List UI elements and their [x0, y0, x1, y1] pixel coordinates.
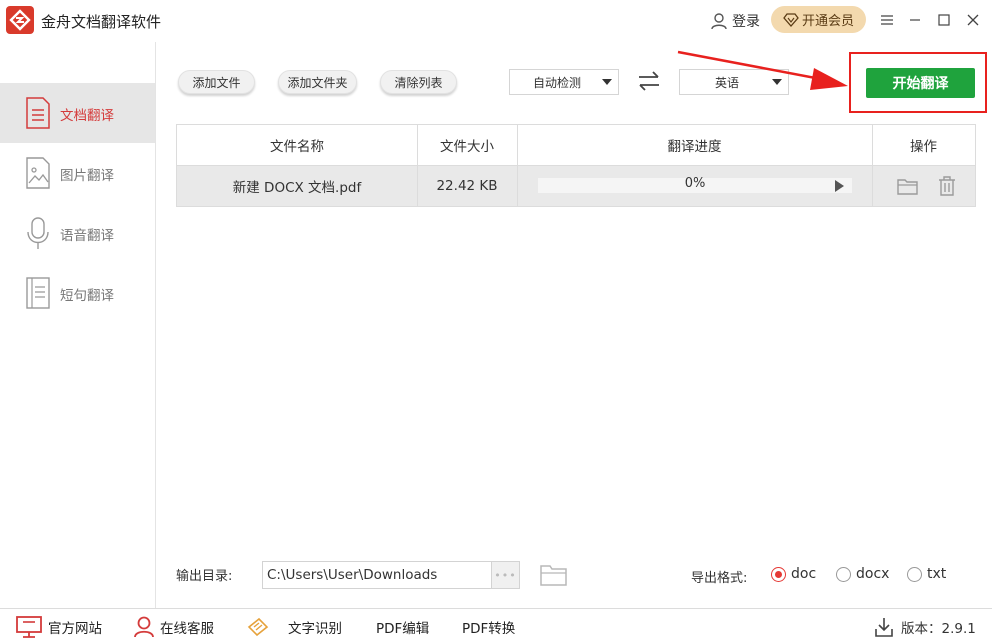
app-title: 金舟文档翻译软件	[41, 13, 162, 31]
file-table: 文件名称 文件大小 翻译进度 操作 新建 DOCX 文档.pdf 22.42 K…	[176, 124, 976, 207]
source-language-select[interactable]: 自动检测	[509, 69, 619, 95]
radio-indicator	[836, 566, 851, 582]
trash-icon[interactable]	[938, 176, 956, 196]
header-progress: 翻译进度	[667, 139, 722, 155]
add-file-button[interactable]: 添加文件	[178, 70, 255, 94]
open-folder-icon[interactable]	[897, 177, 919, 195]
sidebar-item-label: 图片翻译	[60, 168, 114, 184]
document-icon	[26, 97, 50, 129]
vip-button[interactable]: 开通会员	[771, 6, 866, 33]
pdf-convert-link[interactable]: PDF转换	[462, 609, 515, 643]
format-label: doc	[791, 566, 817, 582]
sidebar-item-voice-translate[interactable]: 语音翻译	[0, 203, 155, 263]
column-divider	[417, 125, 418, 206]
sidebar-item-image-translate[interactable]: 图片翻译	[0, 143, 155, 203]
pdf-edit-label: PDF编辑	[376, 620, 430, 637]
app-window: 金舟文档翻译软件 登录 开通会员 文档翻译 图片翻译 语音翻译 短句翻译 添加文…	[0, 0, 992, 643]
radio-indicator	[771, 566, 786, 582]
online-support-link[interactable]: 在线客服	[134, 609, 214, 643]
progress-text: 0%	[684, 176, 706, 191]
output-dir-field[interactable]: C:\Users\User\Downloads	[262, 561, 491, 589]
clear-list-button[interactable]: 清除列表	[380, 70, 457, 94]
sidebar-item-label: 文档翻译	[60, 108, 114, 124]
login-button[interactable]: 登录	[710, 10, 760, 32]
pdf-edit-link[interactable]: PDF编辑	[376, 609, 429, 643]
microphone-icon	[27, 217, 49, 249]
ocr-link[interactable]: 文字识别	[246, 609, 342, 643]
vip-label: 开通会员	[801, 14, 854, 29]
format-label: txt	[927, 566, 947, 582]
swap-icon[interactable]	[637, 71, 661, 91]
minimize-button[interactable]	[902, 8, 928, 32]
sidebar: 文档翻译 图片翻译 语音翻译 短句翻译	[0, 42, 156, 608]
sidebar-item-label: 语音翻译	[60, 228, 114, 244]
maximize-icon	[938, 14, 950, 26]
table-header: 文件名称 文件大小 翻译进度 操作	[177, 125, 975, 166]
header-file-name: 文件名称	[270, 139, 324, 155]
file-name-cell: 新建 DOCX 文档.pdf	[232, 180, 362, 196]
file-size-cell: 22.42 KB	[436, 178, 498, 194]
support-agent-icon	[134, 616, 154, 637]
online-support-label: 在线客服	[160, 620, 214, 637]
official-website-label: 官方网站	[48, 620, 102, 637]
footer-bar: 官方网站 在线客服 文字识别 PDF编辑 PDF转换 版本：2.9.1	[0, 608, 992, 643]
progress-bar: 0%	[538, 176, 852, 193]
official-website-link[interactable]: 官方网站	[16, 609, 102, 643]
format-radio-docx[interactable]: docx	[836, 566, 889, 582]
monitor-icon	[16, 615, 42, 638]
sidebar-item-document-translate[interactable]: 文档翻译	[0, 83, 155, 143]
start-translate-button[interactable]: 开始翻译	[866, 68, 975, 98]
ocr-label: 文字识别	[288, 620, 342, 637]
radio-indicator	[907, 566, 922, 582]
image-icon	[26, 157, 50, 189]
export-format-label: 导出格式:	[691, 571, 748, 586]
minimize-icon	[910, 19, 920, 21]
download-icon	[875, 617, 893, 637]
table-row[interactable]: 新建 DOCX 文档.pdf 22.42 KB 0%	[177, 166, 975, 206]
output-dir-label: 输出目录:	[176, 569, 233, 584]
browse-button[interactable]: •••	[491, 561, 520, 589]
diamond-icon	[783, 12, 799, 27]
version-label: 版本：2.9.1	[901, 620, 976, 637]
app-logo-icon	[6, 6, 34, 34]
ocr-icon	[247, 617, 269, 636]
sidebar-item-sentence-translate[interactable]: 短句翻译	[0, 263, 155, 323]
menu-icon	[881, 15, 893, 25]
format-radio-txt[interactable]: txt	[907, 566, 946, 582]
chevron-down-icon	[602, 79, 612, 85]
login-label: 登录	[732, 14, 760, 30]
column-divider	[517, 125, 518, 206]
title-bar: 金舟文档翻译软件 登录 开通会员	[0, 0, 992, 42]
menu-button[interactable]	[874, 8, 900, 32]
user-icon	[711, 13, 727, 30]
add-folder-button[interactable]: 添加文件夹	[278, 70, 357, 94]
text-icon	[26, 277, 50, 309]
close-button[interactable]	[960, 8, 986, 32]
maximize-button[interactable]	[931, 8, 957, 32]
format-label: docx	[856, 566, 890, 582]
version-info: 版本：2.9.1	[875, 609, 976, 643]
header-actions: 操作	[910, 139, 937, 155]
column-divider	[872, 125, 873, 206]
header-file-size: 文件大小	[440, 139, 494, 155]
folder-icon[interactable]	[540, 564, 568, 586]
play-icon[interactable]	[835, 180, 844, 192]
close-icon	[967, 14, 979, 26]
annotation-arrow	[677, 50, 848, 90]
format-radio-doc[interactable]: doc	[771, 566, 816, 582]
sidebar-item-label: 短句翻译	[60, 288, 114, 304]
pdf-convert-label: PDF转换	[462, 620, 516, 637]
